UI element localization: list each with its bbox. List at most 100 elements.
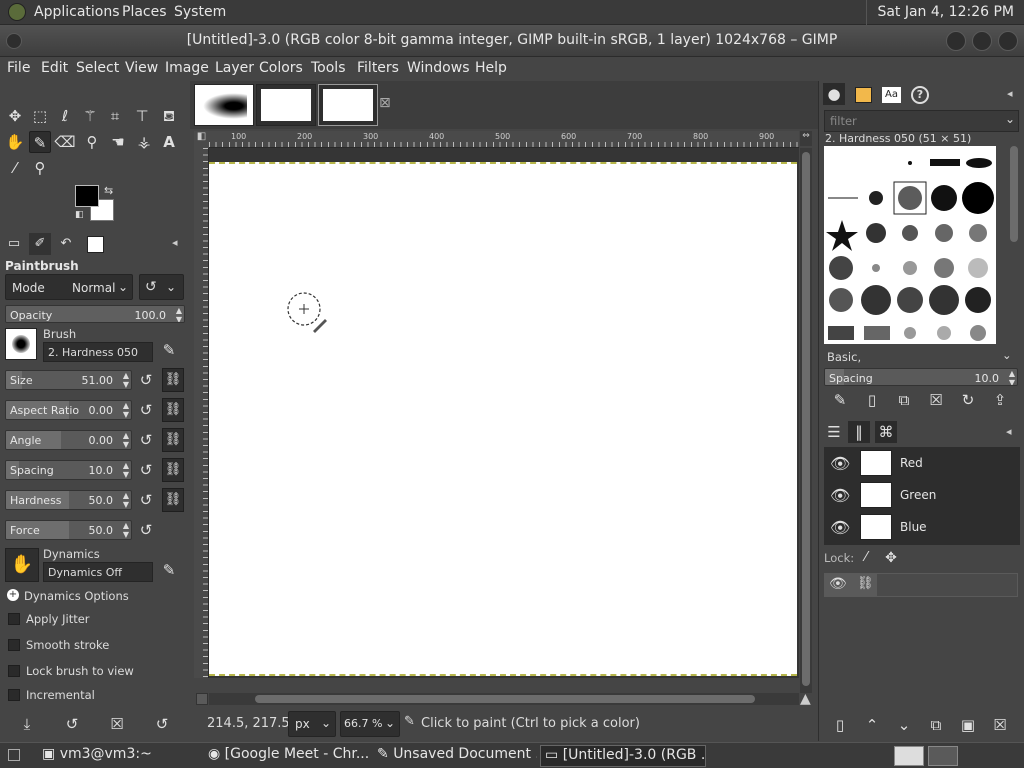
spin-arrows-icon[interactable]: ▲ ▼ [176,306,182,322]
color-picker-tool-icon[interactable]: ⁄ [4,157,26,179]
transform-tool-icon[interactable]: ⊤ [131,105,153,127]
close-tab-icon[interactable]: ⊠ [379,95,391,111]
vertical-ruler[interactable] [194,148,209,678]
task-gimp[interactable]: ▭ [Untitled]-3.0 (RGB ... [540,745,706,767]
reset-force-icon[interactable]: ↺ [137,521,155,539]
channels-tab-icon[interactable]: ‖ [848,421,870,443]
lock-brush-checkbox[interactable] [8,665,20,677]
rect-select-tool-icon[interactable]: ⬚ [29,105,51,127]
horizontal-scrollbar[interactable] [209,693,799,705]
paths-tool-icon[interactable]: ⚶ [133,131,155,153]
brushes-grid[interactable] [824,146,996,344]
lower-channel-icon[interactable]: ⌄ [893,714,915,736]
configure-layers-icon[interactable]: ◂ [1006,425,1012,438]
zoom-follow-icon[interactable]: ⇔ [800,131,812,146]
brushes-scrollbar[interactable] [1010,146,1018,242]
eye-icon[interactable]: 👁 [830,486,850,505]
vertical-scrollbar[interactable] [800,148,812,693]
dynamics-name-field[interactable]: Dynamics Off [43,562,153,582]
menu-edit[interactable]: Edit [41,60,68,76]
fonts-tab-icon[interactable]: Aa [882,87,901,103]
menu-windows[interactable]: Windows [407,60,470,76]
menu-select[interactable]: Select [76,60,119,76]
show-desktop-icon[interactable] [8,749,20,761]
help-tab-icon[interactable]: ? [911,86,929,104]
lasso-tool-icon[interactable]: ℓ [54,105,76,127]
edit-brush-icon[interactable]: ✎ [158,339,180,361]
configure-dock-icon[interactable]: ◂ [1007,87,1013,100]
warp-tool-icon[interactable]: ✋ [4,131,26,153]
zoom-tool-icon[interactable]: ⚲ [29,157,51,179]
eye-icon[interactable]: 👁 [830,454,850,473]
paths-tab-icon[interactable]: ⌘ [875,421,897,443]
workspace-switcher[interactable] [894,746,924,766]
edit-brush-dock-icon[interactable]: ✎ [829,389,851,411]
delete-brush-icon[interactable]: ☒ [925,389,947,411]
refresh-brushes-icon[interactable]: ↻ [957,389,979,411]
zoom-select[interactable]: 66.7 % ⌄ [340,711,400,737]
quick-mask-toggle[interactable] [196,693,208,705]
maximize-button[interactable] [972,31,992,51]
move-tool-icon[interactable]: ✥ [4,105,26,127]
channel-to-selection-icon[interactable]: ▣ [957,714,979,736]
aspect-ratio-slider[interactable]: Aspect Ratio 0.00 ▲ ▼ [5,400,132,420]
image-tab-active[interactable] [318,84,378,126]
text-tool-icon[interactable]: A [158,131,180,153]
reset-options-icon[interactable]: ↺ [151,713,173,735]
link-spacing-icon[interactable]: ⛓ [162,458,184,482]
brush-spacing-slider[interactable]: Spacing 10.0 ▲ ▼ [824,368,1018,386]
configure-tab-icon[interactable]: ◂ [172,236,178,249]
window-titlebar[interactable]: [Untitled]-3.0 (RGB color 8-bit gamma in… [0,25,1024,57]
force-slider[interactable]: Force 50.0 ▲ ▼ [5,520,132,540]
crop-tool-icon[interactable]: ⌗ [104,105,126,127]
hardness-slider[interactable]: Hardness 50.0 ▲ ▼ [5,490,132,510]
open-brush-image-icon[interactable]: ⇪ [989,389,1011,411]
eye-icon[interactable]: 👁 [829,576,847,592]
workspace-2[interactable] [928,746,958,766]
reset-size-icon[interactable]: ↺ [137,371,155,389]
delete-channel-icon[interactable]: ☒ [989,714,1011,736]
menu-filters[interactable]: Filters [357,60,399,76]
eraser-tool-icon[interactable]: ⌫ [54,131,76,153]
edit-dynamics-icon[interactable]: ✎ [158,559,180,581]
reset-spacing-icon[interactable]: ↺ [137,461,155,479]
size-slider[interactable]: Size 51.00 ▲ ▼ [5,370,132,390]
raise-channel-icon[interactable]: ⌃ [861,714,883,736]
channel-row-green[interactable]: 👁 Green [824,480,1020,512]
patterns-tab-icon[interactable] [855,87,872,103]
layer-row[interactable]: 👁 ⛓ [824,573,1018,597]
task-chrome[interactable]: ◉ [Google Meet - Chr... [204,745,370,767]
images-tab-icon[interactable] [87,236,104,253]
brush-name-field[interactable]: 2. Hardness 050 [43,342,153,362]
paint-mode-reset-select[interactable]: ↺ ⌄ [139,274,184,300]
applications-menu[interactable]: Applications [34,4,120,20]
smudge-tool-icon[interactable]: ☚ [107,131,129,153]
minimize-button[interactable] [946,31,966,51]
menu-layer[interactable]: Layer [215,60,254,76]
mode-select[interactable]: Mode Normal ⌄ [5,274,133,300]
smooth-stroke-checkbox[interactable] [8,639,20,651]
link-size-icon[interactable]: ⛓ [162,368,184,392]
opacity-slider[interactable]: Opacity 100.0 ▲ ▼ [5,305,185,323]
expand-icon[interactable]: + [7,589,19,601]
layers-tab-icon[interactable]: ☰ [823,421,845,443]
brush-preview[interactable] [5,328,37,360]
save-options-icon[interactable]: ⤓ [16,713,38,735]
link-aspect-icon[interactable]: ⛓ [162,398,184,422]
undo-history-tab-icon[interactable]: ↶ [55,233,77,255]
task-terminal[interactable]: ▣ vm3@vm3:~ [38,745,200,767]
apply-jitter-checkbox[interactable] [8,613,20,625]
link-angle-icon[interactable]: ⛓ [162,428,184,452]
lock-position-icon[interactable]: ✥ [880,547,902,569]
menu-view[interactable]: View [125,60,158,76]
dynamics-preview-icon[interactable]: ✋ [5,548,39,582]
dynamics-options-expander[interactable]: Dynamics Options [24,589,129,603]
system-menu[interactable]: System [174,4,226,20]
swap-colors-icon[interactable]: ⇆ [104,184,113,197]
new-channel-icon[interactable]: ▯ [829,714,851,736]
channel-row-blue[interactable]: 👁 Blue [824,512,1020,544]
horizontal-ruler[interactable]: 100 200 300 400 500 600 700 800 900 [209,131,799,148]
close-window-button[interactable] [998,31,1018,51]
fuzzy-select-tool-icon[interactable]: ⚚ [79,105,101,127]
new-brush-icon[interactable]: ▯ [861,389,883,411]
